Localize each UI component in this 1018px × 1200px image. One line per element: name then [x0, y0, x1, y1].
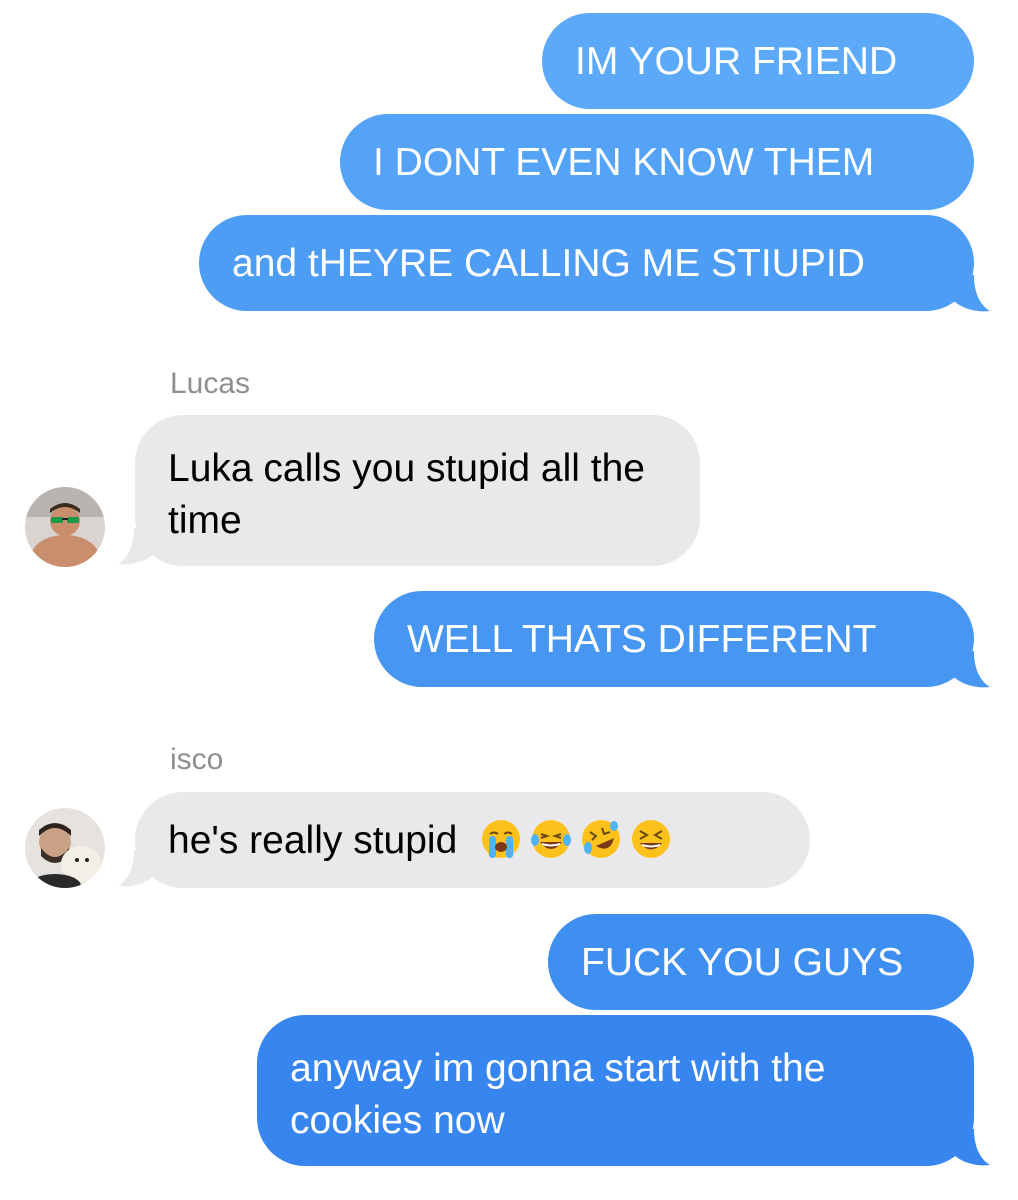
outgoing-message-bubble[interactable]: and tHEYRE CALLING ME STIUPID — [199, 215, 974, 311]
outgoing-message-bubble[interactable]: FUCK YOU GUYS — [548, 914, 974, 1010]
outgoing-message-bubble[interactable]: WELL THATS DIFFERENT — [374, 591, 974, 687]
avatar-photo-icon — [25, 487, 105, 567]
outgoing-message-bubble[interactable]: I DONT EVEN KNOW THEM — [340, 114, 974, 210]
grinning-squinting-face-icon — [632, 819, 671, 858]
sender-name-lucas: Lucas — [170, 367, 251, 400]
sender-name-isco: isco — [170, 743, 224, 776]
message-text: I DONT EVEN KNOW THEM — [373, 141, 875, 184]
rolling-on-floor-laughing-icon — [582, 819, 621, 858]
message-text: Luka calls you stupid all the time — [168, 447, 645, 542]
outgoing-message-bubble[interactable]: anyway im gonna start with the cookies n… — [257, 1015, 974, 1166]
incoming-message-bubble[interactable]: Luka calls you stupid all the time — [135, 415, 700, 566]
avatar-isco[interactable] — [25, 808, 105, 888]
loudly-crying-face-icon — [482, 819, 521, 858]
message-text: FUCK YOU GUYS — [581, 941, 904, 984]
outgoing-message-bubble[interactable]: IM YOUR FRIEND — [542, 13, 974, 109]
avatar-photo-icon — [25, 808, 105, 888]
emoji-group — [480, 818, 672, 860]
incoming-message-bubble[interactable]: he's really stupid — [135, 792, 810, 888]
message-text: anyway im gonna start with the cookies n… — [290, 1047, 826, 1142]
message-text: WELL THATS DIFFERENT — [407, 618, 877, 661]
message-text: IM YOUR FRIEND — [575, 40, 898, 83]
message-text: he's really stupid — [168, 819, 458, 862]
message-text: and tHEYRE CALLING ME STIUPID — [232, 242, 865, 285]
avatar-lucas[interactable] — [25, 487, 105, 567]
face-with-tears-of-joy-icon — [531, 819, 572, 858]
